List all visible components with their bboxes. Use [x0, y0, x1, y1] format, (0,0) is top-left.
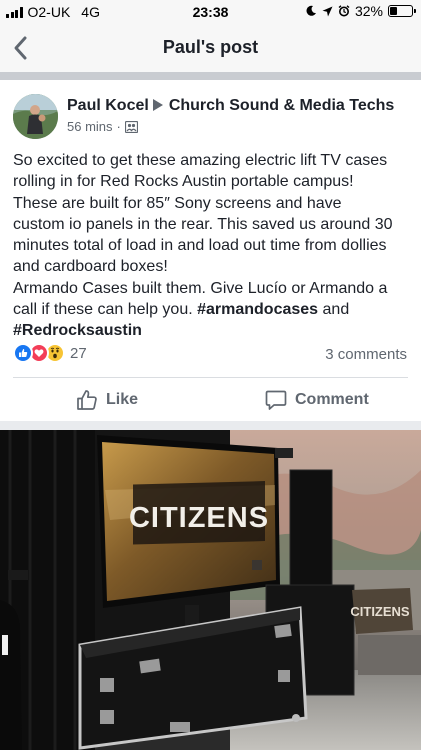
battery-percent: 32% — [354, 3, 383, 19]
post-body-line: rolling in for Red Rocks Austin portable… — [13, 173, 354, 191]
post-body-text: call if these can help you. — [13, 301, 198, 319]
thumbs-up-icon — [77, 390, 97, 410]
post-photo[interactable]: CITIZENS CITIZENS — [0, 430, 421, 750]
comment-button[interactable]: Comment — [265, 388, 369, 412]
reaction-summary[interactable]: 27 — [13, 343, 87, 363]
reaction-count: 27 — [70, 344, 87, 362]
post-body-line: So excited to get these amazing electric… — [13, 152, 388, 169]
status-bar: O2-UK 4G 23:38 32% — [0, 0, 421, 24]
post-body-text: and — [318, 301, 350, 319]
header-divider — [0, 72, 421, 80]
author-avatar[interactable] — [13, 94, 58, 139]
post-body: So excited to get these amazing electric… — [13, 150, 413, 342]
post-time[interactable]: 56 mins — [67, 119, 113, 134]
hashtag-link[interactable]: #Redrocksaustin — [13, 322, 142, 339]
author-line: Paul Kocel Church Sound & Media Techs — [67, 97, 394, 115]
comment-bubble-icon — [265, 390, 287, 410]
group-name[interactable]: Church Sound & Media Techs — [169, 97, 395, 114]
meta-separator: · — [116, 119, 121, 134]
post-body-line: #Redrocksaustin — [13, 320, 413, 341]
like-label: Like — [106, 391, 139, 408]
comments-count-link[interactable]: 3 comments — [325, 346, 407, 363]
author-name[interactable]: Paul Kocel — [67, 97, 149, 114]
battery-fill — [390, 7, 397, 15]
battery-icon — [388, 5, 416, 17]
group-icon — [124, 120, 138, 133]
moon-icon — [306, 5, 316, 16]
like-button[interactable]: Like — [76, 388, 138, 412]
comment-label: Comment — [295, 391, 369, 408]
photo-scene: CITIZENS CITIZENS — [0, 430, 421, 750]
post-body-line: These are built for 85″ Sony screens and… — [13, 194, 342, 212]
nav-bar: Paul's post — [0, 24, 421, 72]
feed-gap — [0, 421, 421, 430]
post-body-line: Armando Cases built them. Give Lucío or … — [13, 279, 388, 297]
monitor-text: CITIZENS — [350, 604, 410, 619]
post-body-line: minutes total of load in and load out ti… — [13, 237, 387, 255]
page-title: Paul's post — [162, 37, 259, 57]
post-body-line: custom io panels in the rear. This saved… — [13, 215, 393, 233]
status-right: 32% — [305, 3, 416, 19]
screen-title-text: CITIZENS — [129, 502, 269, 534]
post-meta: 56 mins · — [67, 119, 138, 134]
like-reaction-icon — [13, 343, 33, 363]
post-body-line: call if these can help you. #armandocase… — [13, 299, 413, 320]
action-divider — [13, 377, 408, 378]
alarm-icon — [338, 5, 350, 17]
right-triangle-icon — [152, 98, 163, 111]
post-body-line: and cardboard boxes! — [13, 258, 168, 276]
location-arrow-icon — [322, 6, 333, 16]
hashtag-link[interactable]: #armandocases — [197, 301, 318, 318]
